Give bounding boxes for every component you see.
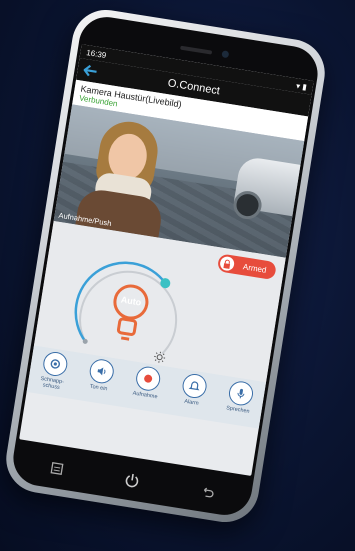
status-time: 16:39 bbox=[85, 47, 107, 60]
brightness-icon bbox=[154, 351, 166, 363]
nav-back-icon[interactable] bbox=[199, 484, 215, 500]
camera-icon bbox=[41, 350, 69, 378]
dial-track bbox=[79, 270, 178, 355]
bell-icon bbox=[180, 372, 208, 400]
talk-label: Sprechen bbox=[225, 405, 250, 415]
talk-button[interactable]: Sprechen bbox=[220, 379, 261, 416]
mic-icon bbox=[226, 379, 255, 408]
power-icon[interactable] bbox=[122, 471, 140, 489]
lightbulb-icon bbox=[113, 284, 149, 341]
light-dial[interactable] bbox=[64, 251, 196, 364]
armed-toggle[interactable]: Armed bbox=[216, 253, 277, 281]
snapshot-label: Schnapp- schuss bbox=[40, 375, 65, 391]
menu-icon[interactable] bbox=[48, 460, 64, 476]
phone-frame: 16:39 ▾ ▮ O.Connect Kamera Haustür(Liveb… bbox=[1, 5, 330, 527]
speaker-icon bbox=[87, 357, 115, 385]
status-icons: ▾ ▮ bbox=[295, 80, 308, 92]
record-label: Aufnahme bbox=[132, 390, 158, 401]
sound-label: Ton ein bbox=[89, 383, 108, 393]
snapshot-button[interactable]: Schnapp- schuss bbox=[33, 349, 75, 392]
record-button[interactable]: Aufnahme bbox=[127, 364, 168, 401]
sound-button[interactable]: Ton ein bbox=[80, 357, 121, 394]
alarm-label: Alarm bbox=[183, 398, 199, 407]
record-icon bbox=[133, 364, 162, 393]
armed-label: Armed bbox=[242, 261, 268, 275]
screen: 16:39 ▾ ▮ O.Connect Kamera Haustür(Liveb… bbox=[19, 44, 314, 476]
alarm-button[interactable]: Alarm bbox=[173, 371, 214, 408]
